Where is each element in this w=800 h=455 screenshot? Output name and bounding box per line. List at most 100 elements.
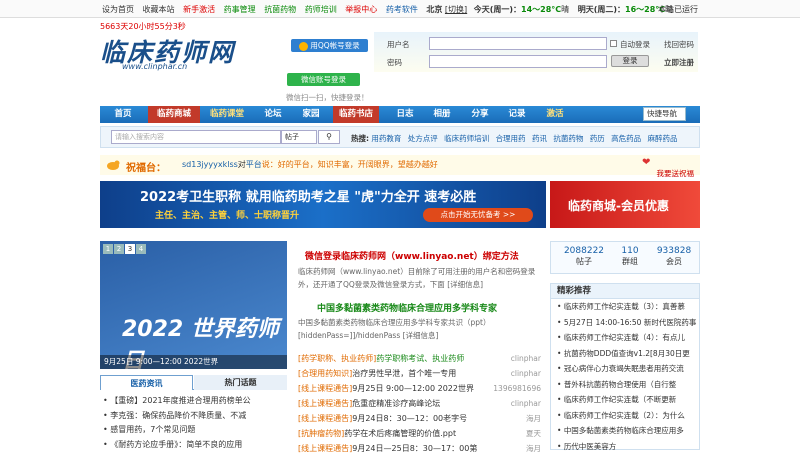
main-nav: 首页 临药商城 临药课堂 论坛 家园 临药书店 日志 相册 分享 记录 激活 bbox=[100, 106, 700, 123]
list-item[interactable]: • 普外科抗菌药物合理使用（自行整 bbox=[551, 377, 699, 393]
table-row[interactable]: [线上课程通告]9月25日 9:00—12:00 2022世界 139698169… bbox=[298, 382, 541, 395]
nav-forum[interactable]: 论坛 bbox=[258, 106, 288, 123]
news-tabs: 医药资讯 热门话题 bbox=[100, 375, 287, 390]
nav-home-space[interactable]: 家园 bbox=[298, 106, 324, 123]
today-weather: 晴 bbox=[561, 5, 570, 14]
site-logo[interactable]: 临床药师网 www.clinphar.cn bbox=[100, 33, 270, 73]
pharmacy-admin-link[interactable]: 药事管理 bbox=[224, 5, 256, 14]
uptime-counter: 5663天20小时55分3秒 bbox=[100, 22, 186, 31]
headline-1-summary-b[interactable]: 外，还开通了QQ登录及微信登录方式，下面 [详细信息] bbox=[298, 279, 483, 291]
blessing-user[interactable]: sd13jyyyxklss bbox=[182, 160, 238, 169]
login-button[interactable]: 登录 bbox=[611, 55, 649, 67]
list-item[interactable]: • 临床药师工作纪实连载（4）：有点儿 bbox=[551, 330, 699, 346]
exam-banner-headline: 2022考卫生职称 就用临药助考之星 "虎"力全开 速考必胜 bbox=[140, 190, 477, 205]
list-item[interactable]: • 冠心病伴心力衰竭失眠患者用药交流 bbox=[551, 361, 699, 377]
city-switch-link[interactable]: [切换] bbox=[445, 5, 467, 14]
nav-bookstore[interactable]: 临药书店 bbox=[333, 106, 379, 123]
list-item[interactable]: • 临床药师工作纪实连载（3）：真善慕 bbox=[551, 299, 699, 315]
table-row[interactable]: [线上课程通告]危重症精准诊疗高峰论坛 clinphar bbox=[298, 397, 541, 410]
bird-icon bbox=[107, 160, 120, 170]
blessing-title: 祝福台： bbox=[126, 163, 166, 174]
find-password-link[interactable]: 找回密码 bbox=[664, 39, 694, 50]
exam-banner-sub: 主任、主治、主管、师、士职称晋升 bbox=[155, 211, 300, 221]
headline-2-summary-a: 中国多黏菌素类药物临床合理应用多学科专家共识（ppt） bbox=[298, 318, 491, 327]
list-item[interactable]: • 感冒用药，7个常见问题 bbox=[100, 423, 287, 438]
list-item[interactable]: • 中国多黏菌素类药物临床合理应用多 bbox=[551, 423, 699, 439]
nav-home[interactable]: 首页 bbox=[105, 106, 141, 123]
password-input[interactable] bbox=[429, 55, 607, 68]
list-item[interactable]: • 5月27日 14:00-16:50 新时代医院药事 bbox=[551, 315, 699, 331]
table-row[interactable]: [抗肿瘤药物]药学在术后疼痛管理的价值.ppt 夏天 bbox=[298, 427, 541, 440]
username-input[interactable] bbox=[429, 37, 607, 50]
hot-item[interactable]: 高危药品 bbox=[611, 134, 641, 143]
blessing-target[interactable]: 平台 bbox=[246, 160, 262, 169]
bookmark-link[interactable]: 收藏本站 bbox=[143, 5, 175, 14]
list-item[interactable]: • 历代中医美容方 bbox=[551, 439, 699, 455]
slider-page[interactable]: 2 bbox=[114, 244, 124, 254]
nav-blog[interactable]: 日志 bbox=[391, 106, 419, 123]
slide-caption[interactable]: 9月25日 9:00—12:00 2022世界 bbox=[100, 355, 287, 369]
search-type-select[interactable]: 帖子 bbox=[281, 130, 317, 144]
exam-software-link[interactable]: 药考软件 bbox=[386, 5, 418, 14]
table-row[interactable]: [合理用药知识]治疗男性早泄，首个唯一专用 clinphar bbox=[298, 367, 541, 380]
nav-activate[interactable]: 激活 bbox=[540, 106, 570, 123]
nav-record[interactable]: 记录 bbox=[503, 106, 531, 123]
hot-item[interactable]: 合理用药 bbox=[496, 134, 526, 143]
recommend-title: 精彩推荐 bbox=[551, 284, 699, 299]
hot-item[interactable]: 麻醉药品 bbox=[648, 134, 678, 143]
antibiotics-link[interactable]: 抗菌药物 bbox=[264, 5, 296, 14]
shop-banner[interactable]: 临药商城-会员优惠 bbox=[550, 181, 700, 228]
tab-hot-topics[interactable]: 热门话题 bbox=[194, 375, 287, 390]
search-button[interactable]: ⚲ bbox=[318, 130, 340, 144]
table-row[interactable]: [药学职称、执业药师]药学职称考试、执业药师 clinphar bbox=[298, 352, 541, 365]
wechat-login-button[interactable]: 微信账号登录 bbox=[287, 73, 360, 86]
blessing-bar: 祝福台： sd13jyyyxklss对平台说：好的平台，知识丰富，开阔眼界，望越… bbox=[100, 155, 700, 178]
slider-page[interactable]: 1 bbox=[103, 244, 113, 254]
tab-medical-news[interactable]: 医药资讯 bbox=[100, 375, 193, 390]
send-blessing-link[interactable]: 我要送祝福 bbox=[657, 168, 695, 179]
stat-members: 933828 会员 bbox=[656, 246, 692, 266]
wechat-tip: 微信扫一扫，快捷登录！ bbox=[286, 93, 369, 102]
password-label: 密码 bbox=[387, 58, 402, 67]
register-link[interactable]: 立即注册 bbox=[664, 57, 694, 68]
hot-item[interactable]: 抗菌药物 bbox=[553, 134, 583, 143]
activate-link[interactable]: 新手激活 bbox=[183, 5, 215, 14]
exam-banner[interactable]: 2022考卫生职称 就用临药助考之星 "虎"力全开 速考必胜 主任、主治、主管、… bbox=[100, 181, 546, 228]
stat-groups: 110 群组 bbox=[621, 246, 639, 266]
search-input[interactable]: 请输入搜索内容 bbox=[111, 130, 281, 144]
headline-2[interactable]: 中国多黏菌素类药物临床合理应用多学科专家 bbox=[317, 301, 497, 314]
slider-page[interactable]: 4 bbox=[136, 244, 146, 254]
quick-nav-dropdown[interactable]: 快捷导航 bbox=[643, 107, 686, 121]
nav-share[interactable]: 分享 bbox=[466, 106, 494, 123]
hot-item[interactable]: 临床药师培训 bbox=[444, 134, 489, 143]
list-item[interactable]: • 抗菌药物DDD值查询v1.2[8月30日更 bbox=[551, 346, 699, 362]
hot-item[interactable]: 处方点评 bbox=[408, 134, 438, 143]
report-center-link[interactable]: 举报中心 bbox=[345, 5, 377, 14]
exam-banner-button[interactable]: 点击开始无忧备考 >> bbox=[423, 208, 533, 222]
hot-item[interactable]: 药历 bbox=[590, 134, 605, 143]
logo-url: www.clinphar.cn bbox=[122, 62, 188, 71]
list-item[interactable]: • 【重磅】2021年度推进合理用药榜单公 bbox=[100, 394, 287, 409]
slider-page-active[interactable]: 3 bbox=[125, 244, 135, 254]
table-row[interactable]: [线上课程通告]9月24日8：30—12：00老字号 海月 bbox=[298, 412, 541, 425]
site-stats: 2088222 帖子 110 群组 933828 会员 bbox=[550, 241, 700, 274]
nav-album[interactable]: 相册 bbox=[427, 106, 457, 123]
stat-posts: 2088222 帖子 bbox=[563, 246, 605, 266]
auto-login-checkbox[interactable] bbox=[610, 40, 617, 47]
tomorrow-label: 明天(周二)： bbox=[577, 5, 626, 14]
set-homepage-link[interactable]: 设为首页 bbox=[102, 5, 134, 14]
slider-pager: 1234 bbox=[103, 244, 147, 254]
qq-login-button[interactable]: 用QQ帐号登录 bbox=[291, 39, 368, 52]
list-item[interactable]: • 李克强：确保药品降价不降质量、不减 bbox=[100, 409, 287, 424]
list-item[interactable]: • 临床药师工作纪实连载（2）：为什么 bbox=[551, 408, 699, 424]
hot-item[interactable]: 用药教育 bbox=[371, 134, 401, 143]
hot-item[interactable]: 药讯 bbox=[532, 134, 547, 143]
headline-1[interactable]: 微信登录临床药师网（www.linyao.net）绑定方法 bbox=[305, 249, 519, 262]
headline-2-summary-b[interactable]: [hiddenPass=]]/hiddenPass [详细信息] bbox=[298, 330, 438, 342]
nav-classroom[interactable]: 临药课堂 bbox=[205, 106, 249, 123]
table-row[interactable]: [线上课程通告]9月24日—25日8：30—17：00第 海月 bbox=[298, 442, 541, 455]
image-slider[interactable]: 1234 2022 世界药师日 9月25日 9:00—12:00 2022世界 bbox=[100, 241, 287, 374]
nav-shop[interactable]: 临药商城 bbox=[148, 106, 200, 123]
training-link[interactable]: 药师培训 bbox=[305, 5, 337, 14]
list-item[interactable]: • 临床药师工作纪实连载（不断更新 bbox=[551, 392, 699, 408]
